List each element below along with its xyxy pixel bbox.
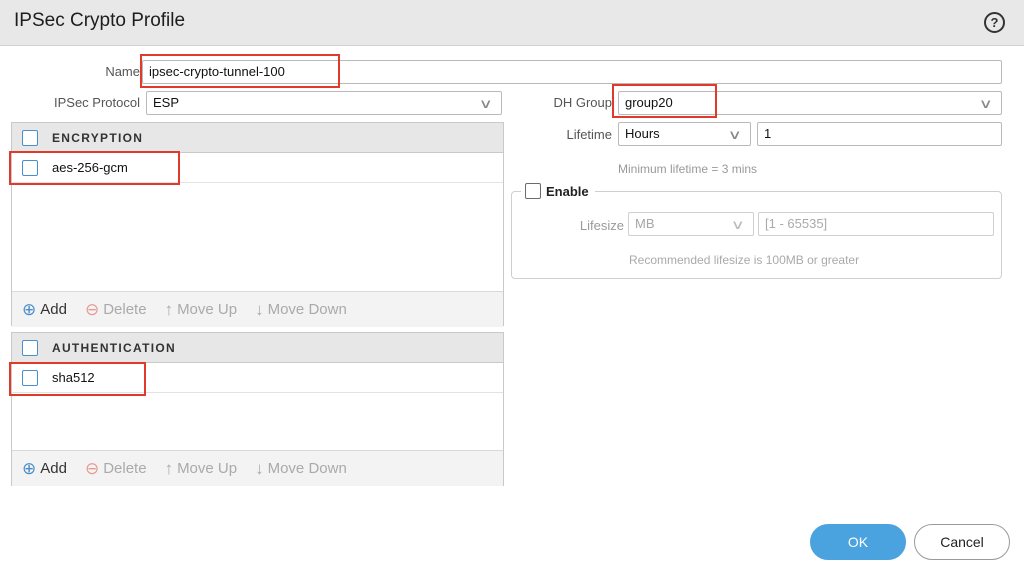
authentication-select-all-checkbox[interactable]: [22, 339, 38, 356]
chevron-down-icon: ∨: [479, 95, 494, 111]
lifesize-input[interactable]: [1 - 65535]: [758, 212, 994, 236]
encryption-move-up-button[interactable]: ↑ Move Up: [165, 300, 238, 320]
add-label: Add: [40, 301, 67, 318]
move-down-label: Move Down: [267, 301, 347, 318]
plus-circle-icon: ⊕: [22, 299, 37, 319]
arrow-up-icon: ↑: [164, 458, 174, 478]
cancel-button[interactable]: Cancel: [914, 524, 1010, 560]
name-label: Name: [105, 64, 140, 79]
encryption-delete-button[interactable]: ⊖ Delete: [85, 300, 147, 320]
name-highlight-box: [140, 54, 340, 88]
arrow-down-icon: ↓: [255, 299, 264, 319]
arrow-up-icon: ↑: [164, 299, 174, 319]
add-label: Add: [40, 460, 67, 477]
encryption-move-down-button[interactable]: ↓ Move Down: [255, 300, 347, 320]
ipsec-protocol-select[interactable]: ESP ∨: [146, 91, 502, 115]
move-up-label: Move Up: [177, 460, 238, 477]
move-down-label: Move Down: [267, 460, 347, 477]
lifetime-unit-value: Hours: [625, 126, 660, 141]
authentication-move-up-button[interactable]: ↑ Move Up: [165, 459, 238, 479]
delete-label: Delete: [103, 301, 147, 318]
dh-group-label: DH Group: [553, 95, 612, 110]
delete-label: Delete: [103, 460, 147, 477]
lifesize-placeholder: [1 - 65535]: [765, 216, 828, 231]
encryption-highlight-box: [9, 151, 180, 185]
lifetime-hint: Minimum lifetime = 3 mins: [618, 162, 758, 176]
encryption-header: ENCRYPTION: [12, 123, 503, 153]
authentication-panel: AUTHENTICATION sha512 ⊕ Add ⊖ Delete ↑ M…: [11, 332, 504, 486]
lifesize-unit-value: MB: [635, 216, 655, 231]
authentication-add-button[interactable]: ⊕ Add: [22, 459, 67, 479]
lifetime-unit-select[interactable]: Hours ∨: [618, 122, 751, 146]
enable-checkbox-row[interactable]: Enable: [521, 183, 595, 199]
authentication-move-down-button[interactable]: ↓ Move Down: [255, 459, 347, 479]
help-icon[interactable]: ?: [984, 12, 1005, 33]
lifesize-unit-select[interactable]: MB ∨: [628, 212, 754, 236]
plus-circle-icon: ⊕: [22, 458, 37, 478]
lifetime-input[interactable]: 1: [757, 122, 1002, 146]
lifesize-label: Lifesize: [579, 218, 624, 233]
lifetime-label: Lifetime: [566, 127, 612, 142]
chevron-down-icon: ∨: [979, 95, 994, 111]
dialog-title: IPSec Crypto Profile: [14, 10, 186, 31]
encryption-toolbar: ⊕ Add ⊖ Delete ↑ Move Up ↓ Move Down: [12, 291, 503, 327]
minus-circle-icon: ⊖: [84, 299, 100, 319]
encryption-select-all-checkbox[interactable]: [22, 129, 38, 146]
arrow-down-icon: ↓: [255, 458, 264, 478]
enable-label: Enable: [546, 183, 589, 199]
ipsec-protocol-value: ESP: [153, 95, 180, 110]
lifesize-hint: Recommended lifesize is 100MB or greater: [629, 253, 860, 267]
ok-button[interactable]: OK: [810, 524, 906, 560]
enable-checkbox[interactable]: [525, 183, 541, 199]
move-up-label: Move Up: [177, 301, 238, 318]
lifetime-value: 1: [764, 126, 772, 141]
chevron-down-icon: ∨: [731, 216, 746, 232]
encryption-header-label: ENCRYPTION: [52, 130, 144, 145]
authentication-highlight-box: [9, 362, 146, 396]
authentication-header: AUTHENTICATION: [12, 333, 503, 363]
chevron-down-icon: ∨: [728, 126, 743, 142]
dh-group-highlight-box: [612, 84, 717, 118]
authentication-delete-button[interactable]: ⊖ Delete: [85, 459, 147, 479]
ipsec-protocol-label: IPSec Protocol: [54, 95, 140, 110]
authentication-header-label: AUTHENTICATION: [52, 340, 176, 355]
authentication-toolbar: ⊕ Add ⊖ Delete ↑ Move Up ↓ Move Down: [12, 450, 503, 486]
encryption-add-button[interactable]: ⊕ Add: [22, 300, 67, 320]
minus-circle-icon: ⊖: [84, 458, 100, 478]
